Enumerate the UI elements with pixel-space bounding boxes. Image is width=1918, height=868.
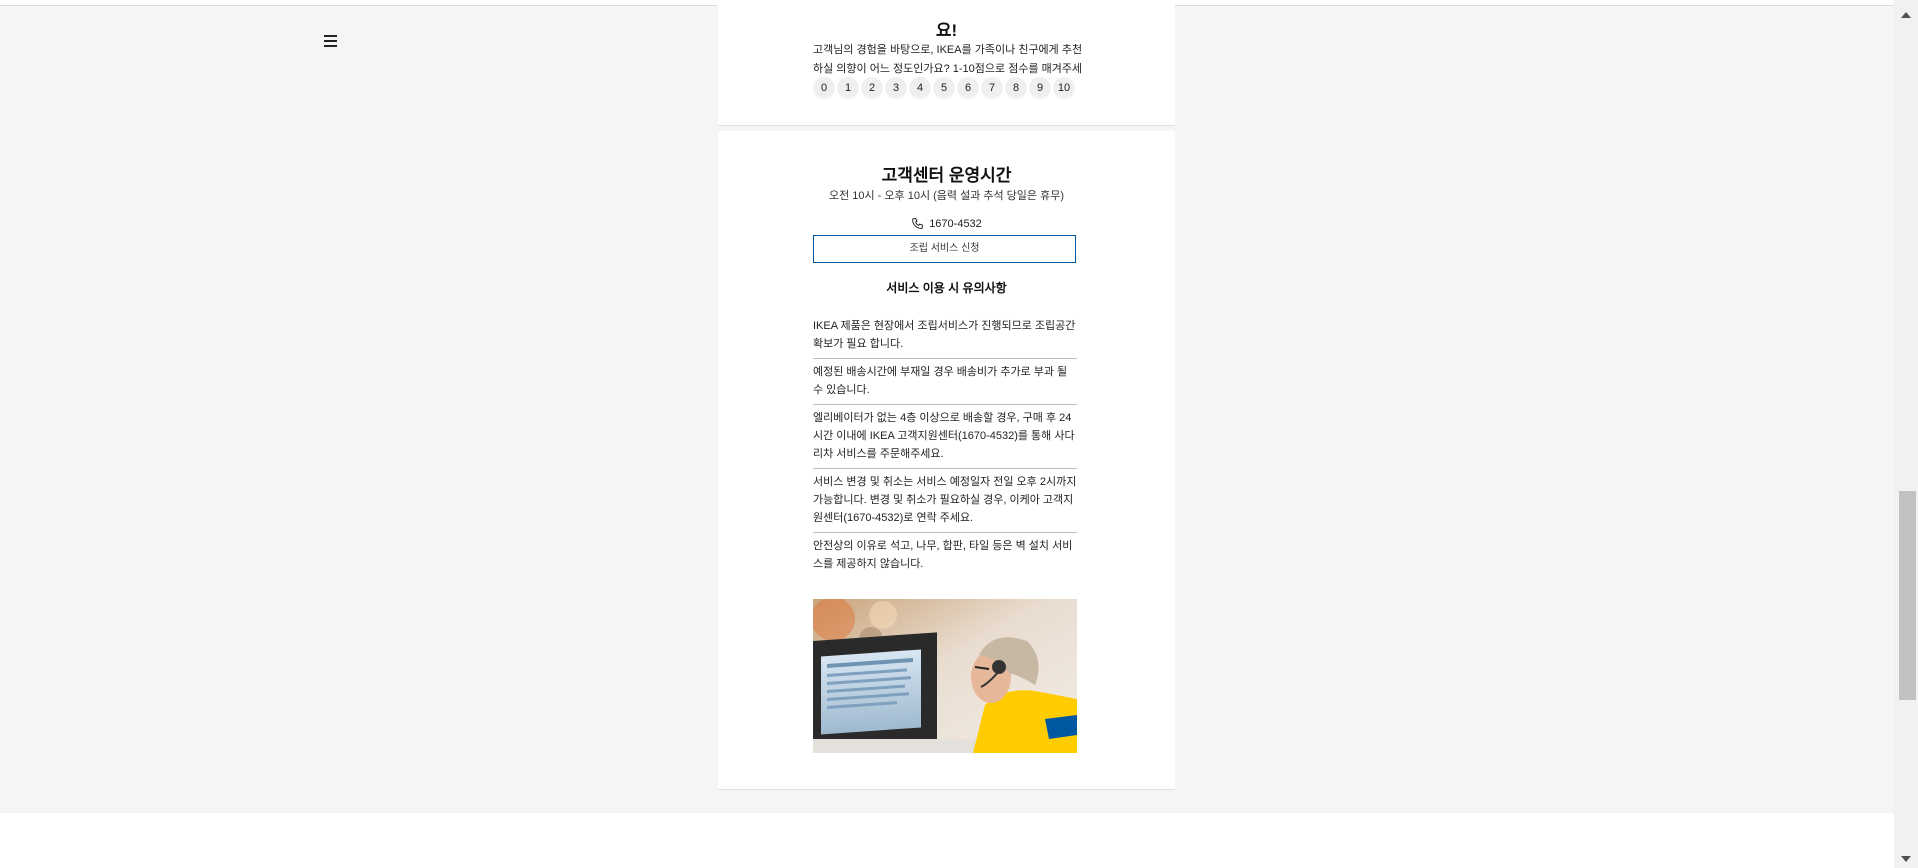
hamburger-menu-icon[interactable] (318, 31, 344, 51)
section-title: 고객센터 운영시간 (881, 166, 1012, 185)
score-button[interactable]: 4 (909, 77, 931, 99)
score-button[interactable]: 1 (837, 77, 859, 99)
note-item: 예정된 배송시간에 부재일 경우 배송비가 추가로 부과 될 수 있습니다. (813, 359, 1077, 405)
nps-survey-card: 요! 고객님의 경험을 바탕으로, IKEA를 가족이나 친구에게 추천하실 의… (718, 5, 1175, 126)
note-item: IKEA 제품은 현장에서 조립서비스가 진행되므로 조립공간 확보가 필요 합… (813, 313, 1077, 359)
score-button[interactable]: 6 (957, 77, 979, 99)
phone-number[interactable]: 1670-4532 (929, 218, 982, 230)
nps-score-row: 0 1 2 3 4 5 6 7 8 9 10 (813, 77, 1075, 99)
score-button[interactable]: 9 (1029, 77, 1051, 99)
score-button[interactable]: 2 (861, 77, 883, 99)
scrollbar-thumb[interactable] (1899, 491, 1916, 700)
notes-title: 서비스 이용 시 유의사항 (886, 281, 1007, 295)
score-button[interactable]: 5 (933, 77, 955, 99)
note-item: 안전상의 이유로 석고, 나무, 합판, 타일 등은 벽 설치 서비스를 제공하… (813, 540, 1073, 570)
footer-area (0, 813, 1894, 868)
notes-list: IKEA 제품은 현장에서 조립서비스가 진행되므로 조립공간 확보가 필요 합… (813, 313, 1077, 578)
scroll-down-arrow-icon[interactable] (1901, 856, 1911, 862)
operating-hours: 오전 10시 - 오후 10시 (음력 설과 추석 당일은 휴무) (828, 190, 1064, 202)
score-button[interactable]: 0 (813, 77, 835, 99)
score-button[interactable]: 10 (1053, 77, 1075, 99)
scroll-up-arrow-icon[interactable] (1901, 12, 1911, 18)
survey-heading: 요! (935, 21, 958, 40)
customer-center-card: 고객센터 운영시간 오전 10시 - 오후 10시 (음력 설과 추석 당일은 … (718, 131, 1175, 790)
customer-support-photo (813, 599, 1077, 753)
note-item: 서비스 변경 및 취소는 서비스 예정일자 전일 오후 2시까지 가능합니다. … (813, 469, 1077, 533)
note-item: 엘리베이터가 없는 4층 이상으로 배송할 경우, 구매 후 24시간 이내에 … (813, 405, 1077, 469)
score-button[interactable]: 3 (885, 77, 907, 99)
score-button[interactable]: 8 (1005, 77, 1027, 99)
vertical-scrollbar[interactable] (1894, 0, 1918, 868)
score-button[interactable]: 7 (981, 77, 1003, 99)
assembly-service-button[interactable]: 조립 서비스 신청 (813, 235, 1076, 263)
phone-line: 1670-4532 (718, 217, 1175, 230)
phone-icon (912, 218, 924, 229)
